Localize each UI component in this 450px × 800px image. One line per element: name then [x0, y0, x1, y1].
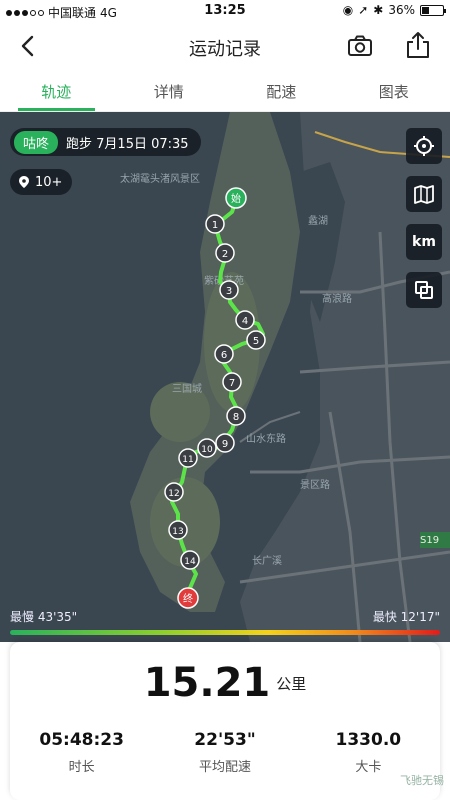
stat-calories-value: 1330.0: [335, 730, 402, 750]
page-title: 运动记录: [189, 39, 261, 60]
back-button[interactable]: [14, 32, 42, 60]
route-map[interactable]: 太湖鼋头渚风景区 三国城 紫砂艺苑 高浪路 山水东路 景区路 S19 长广溪 蠡…: [0, 112, 450, 642]
stat-avg-pace-value: 22'53": [194, 730, 256, 750]
location-status-icon: ◉: [342, 3, 354, 17]
poi-pill[interactable]: 10+: [10, 169, 73, 195]
km-marker: 6: [214, 344, 234, 364]
km-marker: 10: [197, 438, 217, 458]
svg-text:12: 12: [168, 489, 179, 499]
svg-text:8: 8: [233, 412, 239, 423]
km-label: km: [412, 234, 436, 250]
stat-avg-pace: 22'53" 平均配速: [153, 730, 296, 775]
svg-text:3: 3: [226, 286, 232, 297]
distance-block: 15.21 公里: [10, 660, 440, 706]
end-marker: 终: [177, 587, 199, 609]
camera-icon: [348, 35, 372, 56]
distance-unit: 公里: [276, 674, 307, 693]
poi-count: 10+: [35, 174, 63, 190]
km-marker: 11: [178, 448, 198, 468]
km-marker: 12: [164, 482, 184, 502]
km-marker: 9: [215, 433, 235, 453]
km-marker: 1: [205, 214, 225, 234]
nav-bar: 运动记录: [0, 22, 450, 70]
battery-icon: [420, 4, 446, 16]
run-info-pill: 咕咚 跑步 7月15日 07:35: [10, 128, 201, 156]
km-marker: 7: [222, 372, 242, 392]
pace-fastest: 最快 12'17": [372, 610, 440, 624]
km-marker: 8: [226, 406, 246, 426]
pace-gradient-bar: [10, 630, 440, 635]
svg-text:10: 10: [201, 445, 213, 455]
svg-text:9: 9: [222, 439, 228, 450]
route-markers: 1234567891011121314始终: [164, 187, 266, 609]
svg-text:1: 1: [212, 220, 218, 231]
run-info: 跑步 7月15日 07:35: [66, 136, 189, 152]
layers-button[interactable]: [406, 272, 442, 308]
svg-text:始: 始: [231, 192, 241, 205]
status-bar: 中国联通 4G 13:25 ◉ ➚ ✱ 36%: [0, 0, 450, 22]
svg-text:6: 6: [221, 350, 227, 361]
map-icon: [414, 185, 434, 204]
km-toggle-button[interactable]: km: [406, 224, 442, 260]
tab-chart[interactable]: 图表: [338, 70, 450, 111]
camera-button[interactable]: [346, 32, 374, 60]
route-path: [170, 198, 265, 598]
km-marker: 5: [246, 330, 266, 350]
svg-text:2: 2: [222, 249, 228, 260]
start-marker: 始: [225, 187, 247, 209]
navigation-arrow-icon: ➚: [358, 3, 369, 17]
stat-duration-label: 时长: [68, 760, 95, 775]
app-tag: 咕咚: [14, 130, 59, 154]
stats-row: 05:48:23 时长 22'53" 平均配速 1330.0 大卡: [10, 730, 440, 775]
crosshair-icon: [414, 136, 434, 156]
locate-button[interactable]: [406, 128, 442, 164]
summary-card: 15.21 公里 05:48:23 时长 22'53" 平均配速 1330.0 大…: [10, 642, 440, 800]
svg-text:5: 5: [253, 336, 259, 347]
distance-value: 15.21: [143, 660, 271, 706]
share-button[interactable]: [404, 30, 432, 60]
map-pin-icon: [19, 176, 29, 188]
km-marker: 13: [168, 520, 188, 540]
tab-pace[interactable]: 配速: [225, 70, 338, 111]
km-marker: 4: [235, 310, 255, 330]
layers-icon: [415, 281, 433, 299]
map-type-button[interactable]: [406, 176, 442, 212]
share-icon: [407, 32, 429, 58]
svg-text:4: 4: [242, 316, 248, 327]
svg-text:11: 11: [182, 455, 193, 465]
stat-avg-pace-label: 平均配速: [198, 760, 251, 775]
pace-slowest: 最慢 43'35": [10, 610, 78, 624]
bluetooth-icon: ✱: [373, 3, 384, 17]
battery-fill: [422, 6, 429, 14]
status-right: ◉ ➚ ✱ 36%: [342, 3, 446, 17]
tab-details[interactable]: 详情: [113, 70, 226, 111]
stat-duration: 05:48:23 时长: [10, 730, 153, 775]
svg-text:14: 14: [184, 557, 196, 567]
tab-bar: 轨迹 详情 配速 图表: [0, 70, 450, 112]
km-marker: 14: [180, 550, 200, 570]
svg-text:终: 终: [183, 592, 193, 605]
svg-text:13: 13: [172, 527, 183, 537]
stat-calories: 1330.0 大卡: [297, 730, 440, 775]
battery-percent: 36%: [388, 3, 415, 17]
pace-legend: 最慢 43'35" 最快 12'17": [0, 608, 450, 624]
tab-track[interactable]: 轨迹: [0, 70, 113, 111]
km-marker: 2: [215, 243, 235, 263]
km-marker: 3: [219, 280, 239, 300]
stat-duration-value: 05:48:23: [39, 730, 124, 750]
svg-text:7: 7: [229, 378, 235, 389]
watermark: 飞驰无锡: [400, 774, 444, 787]
chevron-left-icon: [21, 35, 34, 57]
